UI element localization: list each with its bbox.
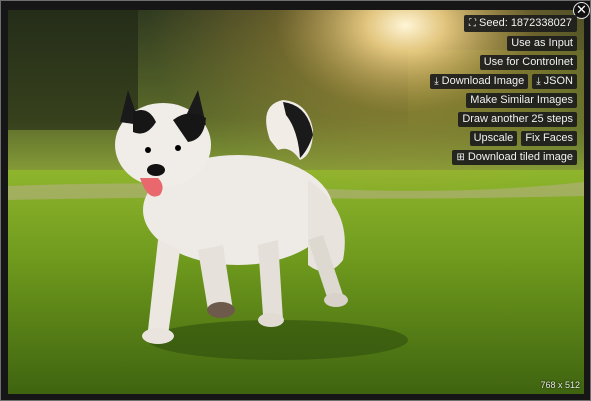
download-tiled-image-button[interactable]: ⊞ Download tiled image <box>452 150 577 165</box>
download-json-button[interactable]: ⤓ JSON <box>532 74 577 89</box>
draw-another-steps-button[interactable]: Draw another 25 steps <box>458 112 577 127</box>
seed-button[interactable]: ⛶ Seed: 1872338027 <box>464 15 577 32</box>
download-icon: ⤓ <box>434 76 439 87</box>
download-image-button[interactable]: ⤓ Download Image <box>430 74 529 89</box>
fix-faces-button[interactable]: Fix Faces <box>521 131 577 146</box>
expand-icon: ⛶ <box>469 18 477 29</box>
download-row: ⤓ Download Image ⤓ JSON <box>430 74 577 89</box>
download-json-label: JSON <box>543 75 573 87</box>
image-dimensions: 768 x 512 <box>540 380 580 390</box>
use-as-input-button[interactable]: Use as Input <box>507 36 577 51</box>
seed-label: Seed: 1872338027 <box>479 17 572 29</box>
make-similar-images-button[interactable]: Make Similar Images <box>466 93 577 108</box>
download-tiled-label: Download tiled image <box>467 151 573 163</box>
upscale-button[interactable]: Upscale <box>469 131 518 146</box>
image-viewer: ✕ ⛶ Seed: 1872338027 Use as Input Use fo… <box>0 0 591 401</box>
image-actions-menu: ⛶ Seed: 1872338027 Use as Input Use for … <box>430 15 577 165</box>
download-icon: ⤓ <box>536 76 541 87</box>
enhance-row: Upscale Fix Faces <box>469 131 577 146</box>
use-for-controlnet-button[interactable]: Use for Controlnet <box>479 55 577 70</box>
grid-icon: ⊞ <box>456 152 465 163</box>
download-image-label: Download Image <box>441 75 525 87</box>
